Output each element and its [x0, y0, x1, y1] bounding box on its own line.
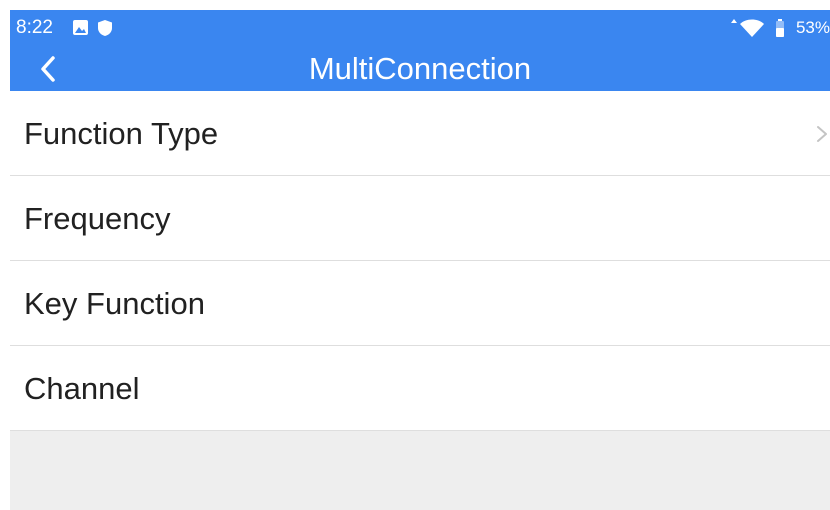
- menu-item-label: Function Type: [24, 116, 219, 151]
- battery-percentage: 53%: [795, 18, 830, 37]
- status-left-icons: [72, 19, 120, 37]
- page-title: MultiConnection: [308, 51, 532, 86]
- menu-item-label: Key Function: [24, 286, 205, 321]
- top-app-bar: 8:22 53% MultiConnection: [10, 10, 830, 91]
- status-right-icons-svg: [730, 19, 784, 37]
- shield-icon: [98, 20, 112, 36]
- battery-icon: [775, 19, 784, 37]
- wifi-icon: [739, 19, 764, 37]
- settings-menu-list: Function Type Frequency Key Function Cha…: [10, 91, 830, 431]
- chevron-right-icon: [817, 126, 827, 142]
- status-right: 53%: [730, 16, 830, 40]
- menu-item-channel[interactable]: Channel: [10, 346, 830, 431]
- data-activity-icon: [730, 19, 737, 23]
- menu-item-label: Frequency: [24, 201, 171, 236]
- image-icon: [73, 20, 88, 35]
- menu-item-function-type[interactable]: Function Type: [10, 91, 830, 176]
- status-icons-svg: [73, 20, 112, 36]
- menu-item-key-function[interactable]: Key Function: [10, 261, 830, 346]
- status-time: 8:22: [16, 17, 53, 38]
- menu-item-frequency[interactable]: Frequency: [10, 176, 830, 261]
- menu-item-label: Channel: [24, 371, 140, 406]
- app-screen: 8:22 53% MultiConnection Function Type F…: [10, 10, 830, 510]
